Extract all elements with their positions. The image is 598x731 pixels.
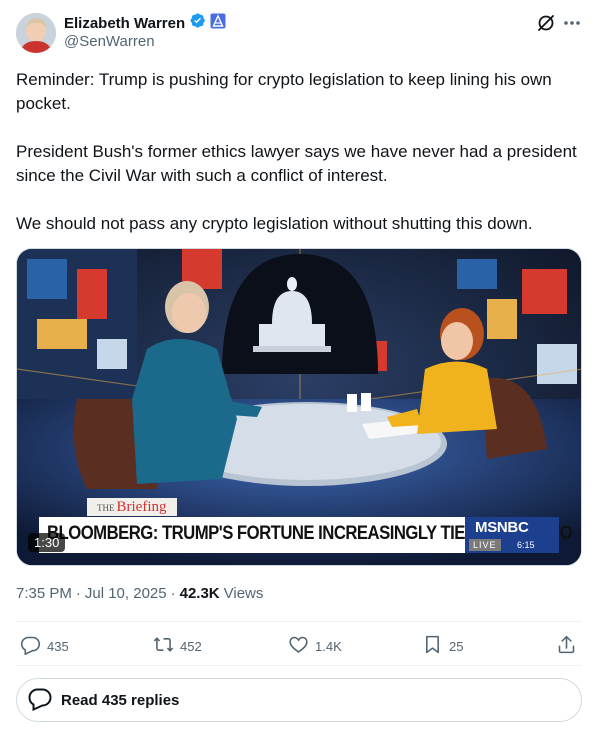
verified-badge-icon <box>189 12 206 34</box>
views-label: Views <box>223 585 264 602</box>
live-time: 6:15 <box>517 540 535 550</box>
read-replies-label: Read 435 replies <box>61 691 180 709</box>
action-bar: 435 452 1.4K 25 <box>16 634 582 658</box>
more-icon[interactable] <box>562 13 582 33</box>
meta-separator: · <box>170 585 176 602</box>
repost-button[interactable]: 452 <box>153 634 202 658</box>
like-button[interactable]: 1.4K <box>288 634 342 658</box>
repost-count: 452 <box>180 638 202 654</box>
show-tag: THE Briefing <box>87 498 177 516</box>
views-count: 42.3K <box>179 585 220 602</box>
avatar[interactable] <box>16 13 56 53</box>
post-text: Reminder: Trump is pushing for crypto le… <box>16 68 582 236</box>
retweet-icon <box>153 634 174 658</box>
network-logo: MSNBC <box>475 519 529 536</box>
post-date[interactable]: Jul 10, 2025 <box>85 585 167 602</box>
post-paragraph: President Bush's former ethics lawyer sa… <box>16 142 577 185</box>
post-time[interactable]: 7:35 PM <box>16 585 72 602</box>
read-replies-button[interactable]: Read 435 replies <box>16 678 582 722</box>
video-duration: 1:30 <box>28 533 66 552</box>
bookmark-button[interactable]: 25 <box>422 634 463 658</box>
tweet: Elizabeth Warren @SenWarren Reminder: Tr… <box>0 0 598 731</box>
divider <box>16 665 582 666</box>
video-player[interactable]: THE Briefing BLOOMBERG: TRUMP'S FORTUNE I… <box>16 248 582 566</box>
reply-count: 435 <box>47 638 69 654</box>
share-button[interactable] <box>556 634 577 658</box>
divider <box>16 621 582 622</box>
like-icon <box>288 634 309 658</box>
post-paragraph: We should not pass any crypto legislatio… <box>16 214 533 233</box>
reply-icon <box>20 634 41 658</box>
government-affiliation-icon <box>210 13 226 34</box>
post-meta: 7:35 PM · Jul 10, 2025 · 42.3K Views <box>16 585 263 602</box>
author-display-name[interactable]: Elizabeth Warren <box>64 15 185 32</box>
post-paragraph: Reminder: Trump is pushing for crypto le… <box>16 70 552 113</box>
reply-button[interactable]: 435 <box>20 634 69 658</box>
bookmark-count: 25 <box>449 638 464 654</box>
author-name-row: Elizabeth Warren <box>64 13 226 33</box>
grok-icon[interactable] <box>536 13 556 33</box>
author-handle[interactable]: @SenWarren <box>64 33 155 50</box>
like-count: 1.4K <box>315 638 342 654</box>
share-icon <box>556 634 577 658</box>
meta-separator: · <box>75 585 81 602</box>
live-label: LIVE <box>469 539 501 551</box>
bookmark-icon <box>422 634 443 658</box>
reply-icon <box>27 685 53 716</box>
